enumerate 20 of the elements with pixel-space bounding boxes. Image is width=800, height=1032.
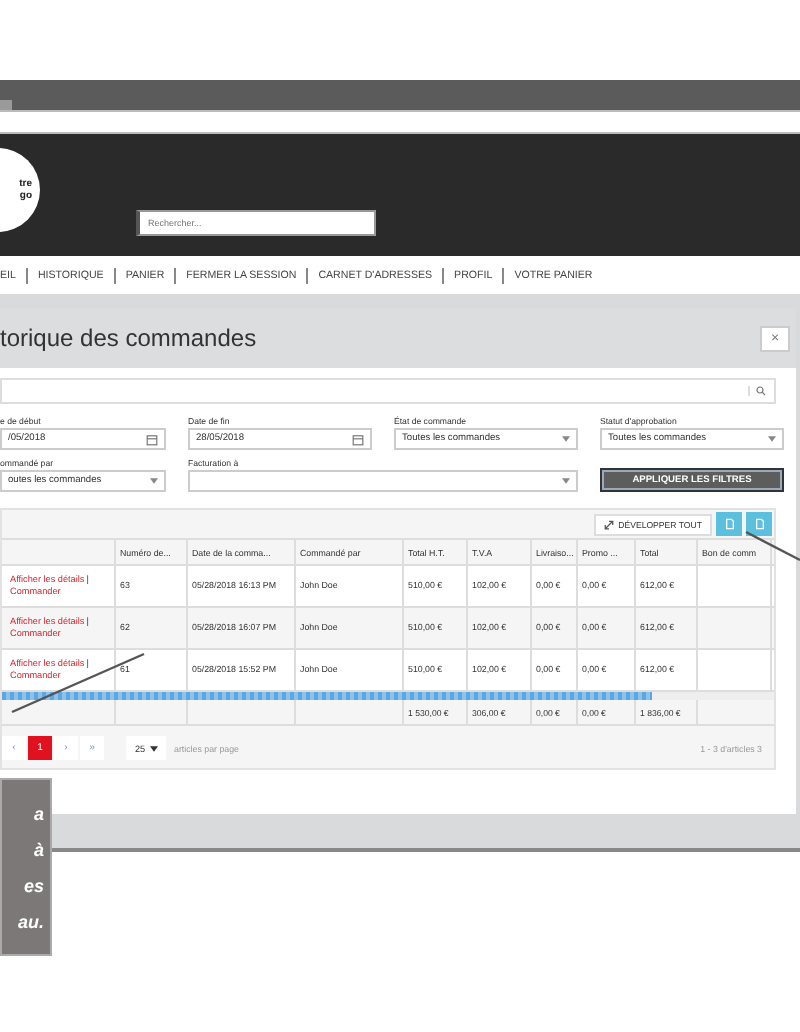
- leader-line: [11, 652, 145, 714]
- caret-icon: [768, 436, 776, 442]
- document-icon: [725, 518, 733, 530]
- calendar-icon: [146, 433, 158, 445]
- caret-icon: [562, 478, 570, 484]
- select-field[interactable]: [188, 470, 578, 492]
- callout-text: à: [33, 837, 44, 863]
- dialog-title: torique des commandes: [0, 324, 257, 352]
- callout-text: es: [23, 873, 44, 899]
- caret-icon: [150, 478, 158, 484]
- export-button[interactable]: [746, 512, 772, 536]
- caret-icon: [562, 436, 570, 442]
- horizontal-scrollbar[interactable]: [2, 692, 774, 700]
- expand-icon: [604, 519, 615, 529]
- callout-text: a: [33, 801, 44, 827]
- search-icon: [748, 386, 766, 396]
- calendar-icon: [352, 433, 364, 445]
- callout-text: au.: [17, 909, 44, 935]
- document-icon: [755, 518, 763, 530]
- caret-icon: [149, 745, 158, 751]
